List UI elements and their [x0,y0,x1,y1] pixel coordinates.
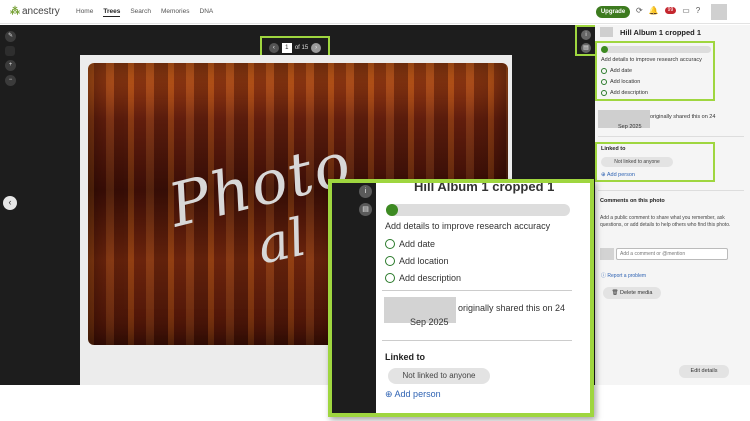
callout-add-date: Add date [385,239,435,249]
ancestry-logo[interactable]: ⁂ ancestry [10,6,60,17]
divider [382,290,572,291]
zoom-in-icon[interactable]: + [5,60,16,71]
add-location-option[interactable]: Add location [601,79,640,85]
report-problem-link[interactable]: ⓘ Report a problem [601,272,646,279]
bell-icon[interactable]: 🔔 [649,6,659,15]
notification-badge: 99 [664,7,677,14]
radio-icon [601,90,607,96]
not-linked-badge: Not linked to anyone [601,157,673,167]
delete-media-button[interactable]: 🗑 Delete media [603,287,661,299]
add-date-option[interactable]: Add date [601,68,632,74]
nav-link-dna[interactable]: DNA [200,8,214,17]
add-description-option[interactable]: Add description [601,90,648,96]
radio-icon [601,79,607,85]
shared-text: originally shared this on 24 [650,114,716,120]
page-next-icon[interactable]: › [311,43,322,53]
divider [382,340,572,341]
comments-description: Add a public comment to share what you r… [600,215,731,228]
callout-add-person-link: ⊕ Add person [385,389,441,399]
callout-not-linked-badge: Not linked to anyone [388,368,490,384]
comment-input[interactable]: Add a comment or @mention [616,248,728,260]
radio-icon [601,68,607,74]
callout-viewer-strip [332,183,376,413]
page-prev-icon[interactable]: ‹ [268,43,279,53]
zoom-out-icon[interactable]: − [5,75,16,86]
zoom-callout: i ▤ Hill Album 1 cropped 1 Add details t… [328,179,594,417]
avatar[interactable] [711,4,727,20]
commenter-avatar [600,248,614,260]
info-icon[interactable]: i [581,30,591,40]
top-nav: ⁂ ancestry Home Trees Search Memories DN… [0,0,750,24]
comments-title: Comments on this photo [600,198,665,204]
nav-link-home[interactable]: Home [76,8,93,17]
crop-icon[interactable]: ✎ [5,31,16,42]
page-number-input[interactable]: 1 [281,43,292,53]
radio-icon [385,239,395,249]
help-icon[interactable]: ? [696,6,700,15]
tool-separator [5,46,15,56]
viewer-top-tools: i ▤ [575,25,597,56]
previous-photo-button[interactable]: ‹ [3,196,17,210]
add-person-link[interactable]: ⊕ Add person [601,172,635,178]
callout-details-prompt: Add details to improve research accuracy [385,221,551,231]
upgrade-button[interactable]: Upgrade [596,6,630,18]
callout-add-location: Add location [385,256,449,266]
details-progress-bar [601,46,711,53]
nav-icons: ⟳ 🔔 99 ▭ ? [636,6,700,15]
media-title: Hill Album 1 cropped 1 [620,28,701,37]
page-count-text: of 15 [294,45,309,51]
callout-linked-label: Linked to [385,352,425,362]
callout-shared-text: originally shared this on 24 [458,303,566,313]
info-icon: i [359,185,372,198]
callout-title: Hill Album 1 cropped 1 [414,179,555,194]
logo-text: ancestry [22,6,60,17]
nav-link-trees[interactable]: Trees [103,8,121,17]
radio-icon [385,273,395,283]
linked-to-label: Linked to [601,146,626,152]
edit-details-button[interactable]: Edit details [679,365,729,378]
callout-shared-date: Sep 2025 [410,317,449,327]
callout-progress-bar [386,204,570,216]
divider [598,190,744,191]
leaf-icon: ⁂ [10,6,20,17]
viewer-side-tools: ✎ + − [5,31,16,86]
media-thumbnail [600,27,613,37]
messages-icon[interactable]: ▭ [682,6,690,15]
panel-toggle-icon: ▤ [359,203,372,216]
nav-link-search[interactable]: Search [130,8,151,17]
callout-add-description: Add description [385,273,461,283]
nav-link-memories[interactable]: Memories [161,8,190,17]
radio-icon [385,256,395,266]
panel-toggle-icon[interactable]: ▤ [581,43,591,53]
details-prompt: Add details to improve research accuracy [601,57,702,63]
nav-links: Home Trees Search Memories DNA [76,8,213,17]
shared-date: Sep 2025 [618,124,642,130]
divider [598,136,744,137]
hints-icon[interactable]: ⟳ [636,6,643,15]
